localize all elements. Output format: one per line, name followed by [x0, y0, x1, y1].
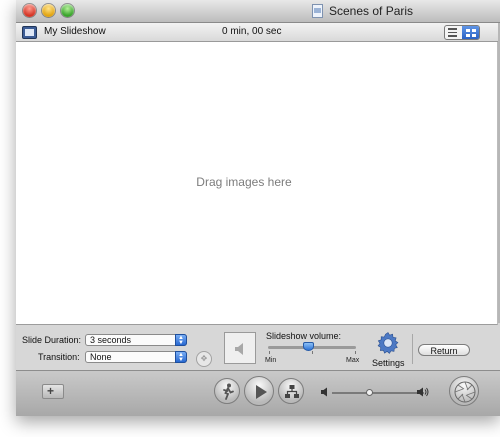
- chevron-updown-icon: ▲ ▼: [175, 351, 187, 363]
- slideshow-drop-area[interactable]: Drag images here: [16, 42, 498, 325]
- iphoto-window: Scenes of Paris My Slideshow 0 min, 00 s…: [16, 0, 500, 416]
- slider-tick: [269, 351, 270, 354]
- slideshow-document-icon: [312, 4, 323, 18]
- list-view-icon[interactable]: [445, 26, 462, 39]
- window-title-group: Scenes of Paris: [312, 4, 413, 18]
- play-icon: [256, 385, 267, 399]
- slideshow-icon: [22, 26, 37, 39]
- bottom-bar: +: [16, 370, 500, 416]
- window-title: Scenes of Paris: [329, 4, 414, 18]
- minimize-button[interactable]: [42, 4, 55, 17]
- slideshow-volume-label: Slideshow volume:: [266, 331, 342, 341]
- play-button[interactable]: [244, 376, 274, 406]
- camera-shutter-button[interactable]: [449, 376, 479, 406]
- playback-volume-slider[interactable]: [332, 392, 424, 394]
- volume-high-icon: [417, 387, 429, 397]
- settings-label: Settings: [372, 358, 405, 368]
- volume-max-label: Max: [346, 357, 360, 364]
- person-walking-icon: [223, 383, 234, 400]
- chevron-updown-icon: ▲ ▼: [175, 334, 187, 346]
- transition-select[interactable]: None ▲ ▼: [85, 351, 187, 363]
- divider: [412, 334, 413, 364]
- playback-volume-thumb[interactable]: [365, 389, 373, 396]
- speaker-icon: [235, 343, 243, 355]
- drop-placeholder: Drag images here: [196, 175, 292, 189]
- view-mode-toggle[interactable]: [444, 25, 480, 40]
- slider-tick: [312, 351, 313, 354]
- volume-min-label: Min: [265, 357, 277, 364]
- slider-tick: [355, 351, 356, 354]
- slideshow-name: My Slideshow: [44, 26, 106, 37]
- transition-value: None: [90, 352, 112, 362]
- slide-duration-select[interactable]: 3 seconds ▲ ▼: [85, 334, 187, 346]
- grid-view-icon[interactable]: [462, 26, 479, 39]
- slide-duration-label: Slide Duration:: [22, 335, 82, 345]
- slideshow-volume-thumb[interactable]: [302, 342, 314, 351]
- slide-duration-value: 3 seconds: [90, 335, 132, 345]
- transition-direction-icon[interactable]: ✥: [196, 351, 212, 367]
- close-button[interactable]: [23, 4, 36, 17]
- slideshow-controls: Slide Duration: 3 seconds ▲ ▼ Transition:…: [16, 325, 500, 370]
- slideshow-toolbar: My Slideshow 0 min, 00 sec: [16, 23, 500, 42]
- gear-icon[interactable]: [376, 331, 400, 355]
- zoom-button[interactable]: [61, 4, 74, 17]
- return-button[interactable]: Return: [418, 344, 470, 356]
- volume-low-icon: [321, 387, 327, 397]
- aperture-icon: [454, 381, 476, 403]
- hierarchy-icon: [285, 385, 299, 398]
- full-screen-person-button[interactable]: [214, 378, 240, 404]
- total-duration: 0 min, 00 sec: [222, 26, 282, 37]
- add-label: +: [47, 384, 55, 398]
- music-drop-well[interactable]: [224, 332, 256, 364]
- slideshow-hierarchy-button[interactable]: [278, 378, 304, 404]
- title-bar[interactable]: Scenes of Paris: [16, 0, 500, 23]
- add-button[interactable]: +: [42, 384, 64, 399]
- transition-label: Transition:: [38, 352, 80, 362]
